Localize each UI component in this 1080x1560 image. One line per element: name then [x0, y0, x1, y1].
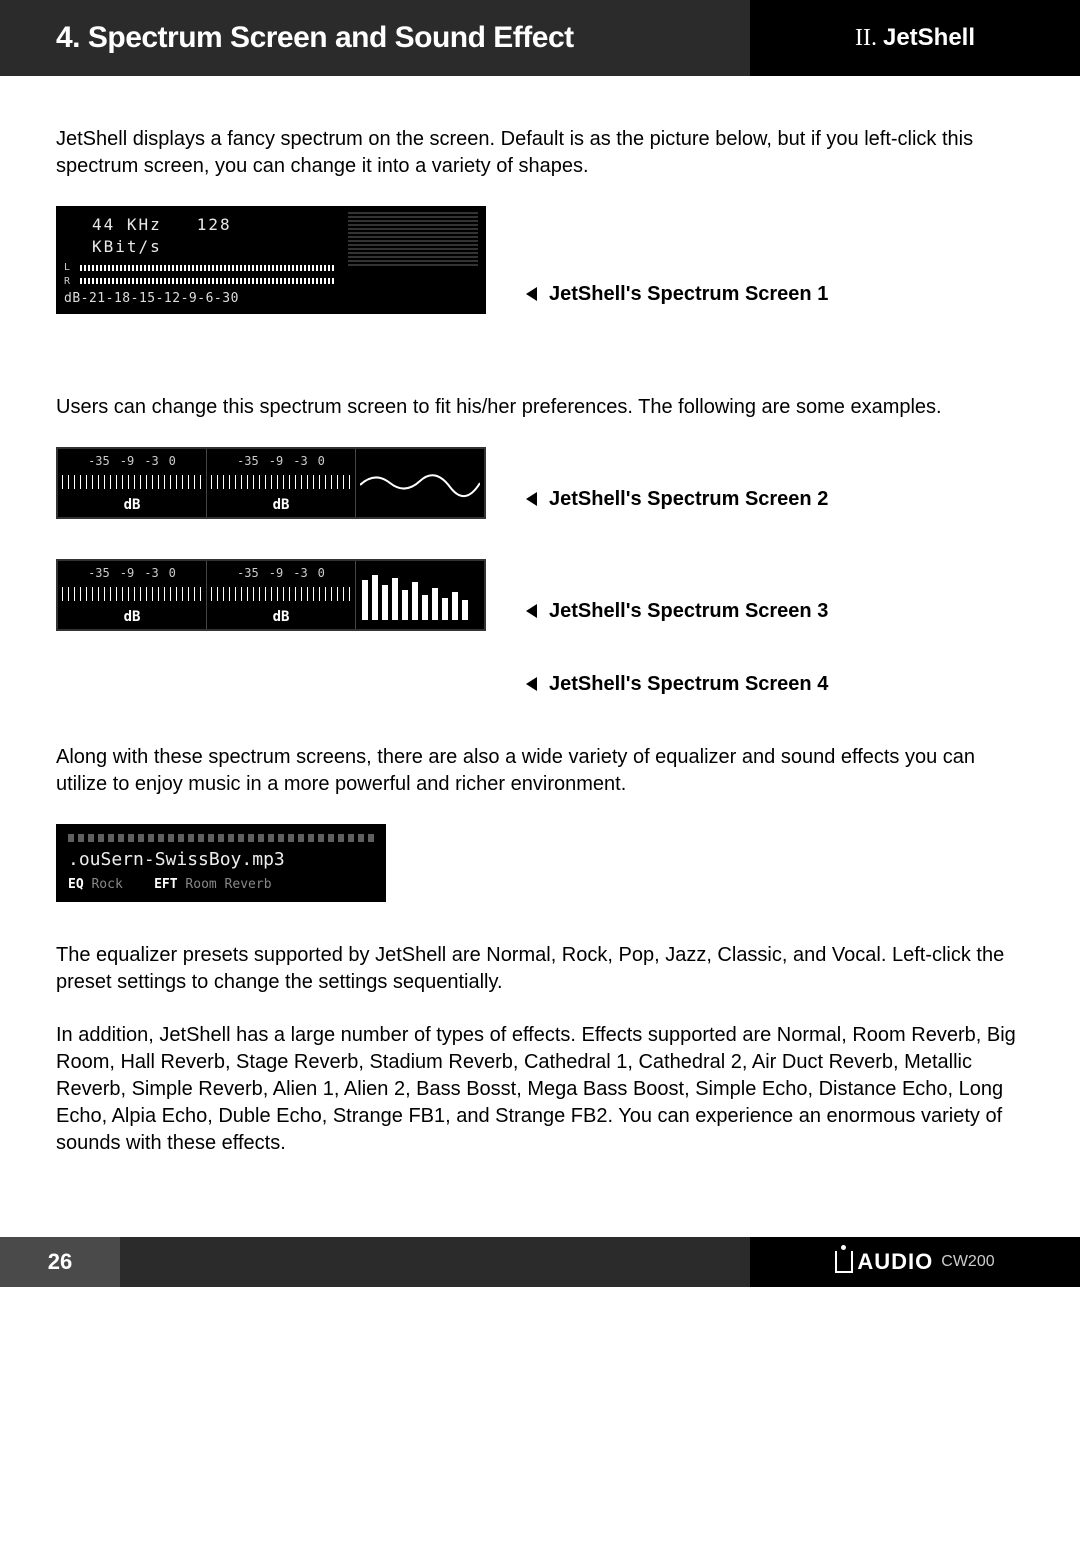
level-bar-r — [80, 278, 334, 284]
eft-value: Room Reverb — [185, 877, 271, 892]
triangle-left-icon — [526, 492, 537, 506]
paragraph-3: Along with these spectrum screens, there… — [56, 744, 1024, 798]
audio-logo-icon: AUDIO — [835, 1249, 933, 1275]
model-label: CW200 — [941, 1253, 994, 1271]
db-label: dB — [273, 496, 290, 515]
channel-l-label: L — [64, 261, 76, 275]
progress-dots-icon — [68, 834, 374, 842]
triangle-left-icon — [526, 677, 537, 691]
paragraph-4: The equalizer presets supported by JetSh… — [56, 942, 1024, 996]
paragraph-5: In addition, JetShell has a large number… — [56, 1022, 1024, 1157]
spectrum-screenshot-3: -35-9-30 dB -35-9-30 dB — [56, 559, 486, 631]
eq-screenshot: .ouSern-SwissBoy.mp3 EQ Rock EFT Room Re… — [56, 824, 386, 902]
figure-3-caption: JetShell's Spectrum Screen 3 — [526, 598, 828, 631]
figure-1-caption: JetShell's Spectrum Screen 1 — [526, 281, 828, 314]
section-label: II. JetShell — [750, 0, 1080, 76]
figure-3-row: -35-9-30 dB -35-9-30 dB — [56, 559, 1024, 631]
page-header: 4. Spectrum Screen and Sound Effect II. … — [0, 0, 1080, 76]
page-title: 4. Spectrum Screen and Sound Effect — [0, 0, 750, 76]
spectrum-screenshot-2: -35-9-30 dB -35-9-30 dB — [56, 447, 486, 519]
bar-spectrum-icon — [356, 561, 484, 629]
figure-4-caption: JetShell's Spectrum Screen 4 — [526, 671, 1024, 704]
intro-paragraph: JetShell displays a fancy spectrum on th… — [56, 126, 1024, 180]
eft-label: EFT — [154, 877, 177, 892]
track-filename: .ouSern-SwissBoy.mp3 — [68, 848, 374, 872]
spectrum-screenshot-1: 44 KHz 128 KBit/s L R dB -21 -18 — [56, 206, 486, 314]
triangle-left-icon — [526, 287, 537, 301]
triangle-left-icon — [526, 604, 537, 618]
khz-readout: 44 KHz — [92, 215, 162, 234]
db-label: dB — [124, 496, 141, 515]
figure-1-row: 44 KHz 128 KBit/s L R dB -21 -18 — [56, 206, 1024, 314]
db-label: dB — [124, 608, 141, 627]
section-roman: II. — [855, 25, 877, 52]
channel-r-label: R — [64, 275, 76, 289]
db-scale: dB -21 -18 -15 -12 -9 -6 -3 0 — [64, 288, 226, 308]
eq-label: EQ — [68, 877, 84, 892]
page-number: 26 — [0, 1237, 120, 1287]
level-bar-l — [80, 265, 334, 271]
figure-2-caption: JetShell's Spectrum Screen 2 — [526, 486, 828, 519]
brand-footer: AUDIO CW200 — [750, 1237, 1080, 1287]
db-label: dB — [273, 608, 290, 627]
section-name: JetShell — [883, 24, 975, 52]
spectrum-grid-icon — [348, 212, 478, 266]
waveform-icon — [356, 449, 484, 517]
page-footer: 26 AUDIO CW200 — [0, 1237, 1080, 1287]
eq-value: Rock — [91, 877, 122, 892]
paragraph-2: Users can change this spectrum screen to… — [56, 394, 1024, 421]
page-content: JetShell displays a fancy spectrum on th… — [0, 76, 1080, 1157]
figure-2-row: -35-9-30 dB -35-9-30 dB JetShell's Spect… — [56, 447, 1024, 519]
